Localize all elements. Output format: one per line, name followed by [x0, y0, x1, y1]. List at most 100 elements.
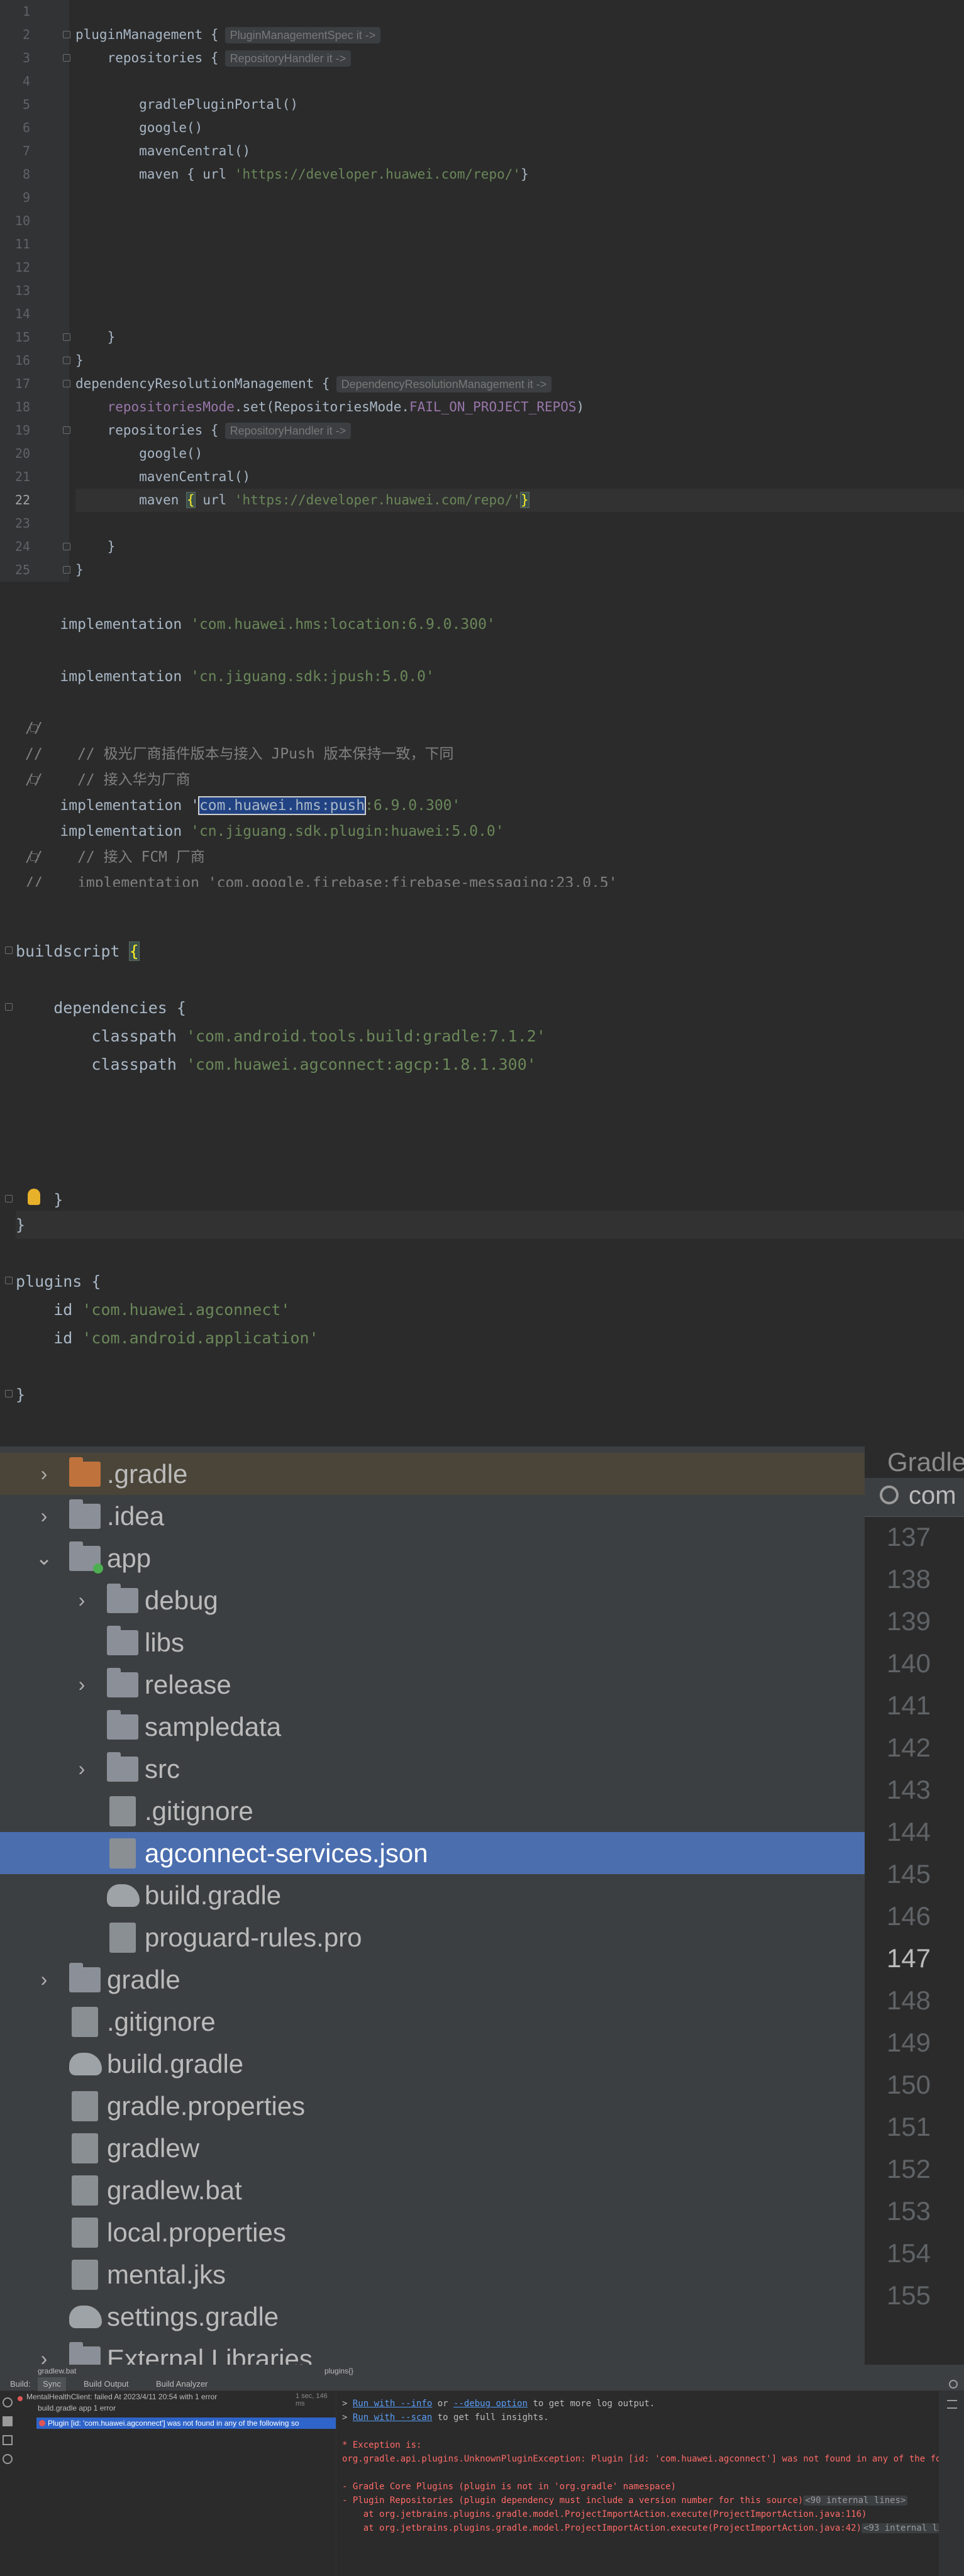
code-line[interactable]: buildscript { [16, 937, 964, 965]
code-line[interactable]: repositoriesMode.set(RepositoriesMode.FA… [75, 396, 964, 419]
chevron-right-icon[interactable]: › [69, 1748, 94, 1790]
internal-lines-chip[interactable]: <90 internal lines> [803, 2496, 908, 2506]
fold-icon[interactable] [30, 776, 38, 784]
fold-icon[interactable] [63, 333, 70, 341]
code-line[interactable]: dependencyResolutionManagement {Dependen… [75, 372, 964, 396]
comment-line[interactable]: // // 接入 FCM 厂商 [25, 844, 964, 870]
fold-icon[interactable] [5, 947, 13, 954]
tree-item[interactable]: sampledata [0, 1706, 865, 1748]
tree-item[interactable]: › External Libraries [0, 2338, 865, 2365]
fold-icon[interactable] [63, 31, 70, 38]
fold-icon[interactable] [63, 380, 70, 387]
tree-item[interactable]: agconnect-services.json [0, 1832, 865, 1874]
project-tree[interactable]: › .gradle › .idea ⌄ app › debug libs › release samp… [0, 1446, 865, 2365]
code-line[interactable]: classpath 'com.huawei.agconnect:agcp:1.8… [16, 1050, 964, 1079]
fold-icon[interactable] [63, 357, 70, 364]
tree-item[interactable]: .gitignore [0, 1790, 865, 1832]
code-line[interactable]: } [16, 1380, 964, 1409]
build-root-item[interactable]: MentalHealthClient: failed At 2023/4/11 … [26, 2392, 291, 2401]
run-info-link[interactable]: Run with --info [353, 2399, 432, 2409]
run-scan-link[interactable]: Run with --scan [353, 2412, 432, 2423]
comment-line[interactable]: // // 极光厂商插件版本与接入 JPush 版本保持一致，下同 [25, 741, 964, 767]
tree-item[interactable]: proguard-rules.pro [0, 1916, 865, 1958]
filter-icon[interactable] [3, 2454, 13, 2464]
selected-text[interactable]: com.huawei.hms:push [197, 796, 367, 815]
fold-icon[interactable] [5, 1277, 13, 1284]
rerun-icon[interactable] [3, 2397, 13, 2407]
chevron-right-icon[interactable]: › [31, 2338, 57, 2365]
pin-icon[interactable] [3, 2435, 13, 2445]
fold-icon[interactable] [63, 566, 70, 574]
settings-gear-icon[interactable] [949, 2380, 958, 2389]
build-file-item[interactable]: build.gradle app 1 error [38, 2404, 116, 2412]
tree-item[interactable]: .gitignore [0, 2001, 865, 2043]
fold-icon[interactable] [5, 1003, 13, 1011]
editor-buildscript[interactable]: buildscript { dependencies { classpath '… [0, 887, 964, 1239]
code-line[interactable]: id 'com.huawei.agconnect' [16, 1296, 964, 1324]
fold-icon[interactable] [30, 724, 38, 732]
code-line[interactable]: repositories {RepositoryHandler it -> [75, 419, 964, 442]
tree-item[interactable]: mental.jks [0, 2253, 865, 2296]
search-field[interactable]: com [865, 1478, 964, 1517]
comment-line[interactable]: // implementation 'com.google.firebase:f… [25, 870, 964, 887]
code-line[interactable]: google() [75, 116, 964, 140]
tree-item[interactable]: › gradle [0, 1958, 865, 2001]
editor-settings-gradle[interactable]: 1 2 3 4 5 6 7 8 9 10 11 12 13 14 15 16 17 18 19 20 21 22 23 24 2… [0, 0, 964, 582]
breadcrumb-file[interactable]: gradlew.bat [38, 2365, 76, 2377]
comment-line[interactable]: // [25, 715, 964, 741]
code-line[interactable]: dependencies { [16, 994, 964, 1022]
tree-item[interactable]: libs [0, 1621, 865, 1663]
stop-icon[interactable] [3, 2416, 13, 2426]
code-line[interactable]: implementation 'cn.jiguang.sdk:jpush:5.0… [25, 663, 964, 690]
fold-icon[interactable] [63, 54, 70, 62]
code-line[interactable]: mavenCentral() [75, 465, 964, 489]
code-line[interactable]: implementation 'com.huawei.hms:push:6.9.… [25, 792, 964, 819]
code-line[interactable]: google() [75, 442, 964, 465]
editor-plugins[interactable]: plugins { id 'com.huawei.agconnect' id '… [0, 1239, 964, 1446]
tree-item[interactable]: › debug [0, 1579, 865, 1621]
chevron-right-icon[interactable]: › [31, 1495, 57, 1537]
fold-icon[interactable] [30, 853, 38, 861]
chevron-right-icon[interactable]: › [31, 1453, 57, 1495]
code-line[interactable]: maven { url 'https://developer.huawei.co… [75, 163, 964, 186]
search-text[interactable]: com [909, 1482, 956, 1510]
build-tree[interactable]: MentalHealthClient: failed At 2023/4/11 … [0, 2391, 336, 2576]
caret-line[interactable]: } [16, 1211, 964, 1239]
editor-app-dependencies[interactable]: implementation 'com.huawei.hms:location:… [0, 604, 964, 887]
tree-item[interactable]: › .gradle [0, 1453, 865, 1495]
code-line[interactable]: implementation 'cn.jiguang.sdk.plugin:hu… [25, 818, 964, 845]
code-line[interactable]: plugins { [16, 1267, 964, 1296]
fold-icon[interactable] [63, 426, 70, 434]
fold-icon[interactable] [63, 543, 70, 550]
gradle-side-panel[interactable]: Gradle com 137 138 139 140 141 142 143 144 145 14… [865, 1446, 964, 2365]
build-tool-window[interactable]: gradlew.bat plugins{} Build: Sync Build Ou… [0, 2365, 964, 2576]
code-line[interactable]: mavenCentral() [75, 140, 964, 163]
code-line[interactable]: classpath 'com.android.tools.build:gradl… [16, 1022, 964, 1050]
code-line[interactable]: } [16, 1185, 964, 1214]
tree-item[interactable]: build.gradle [0, 2043, 865, 2085]
code-line[interactable]: repositories {RepositoryHandler it -> [75, 47, 964, 70]
soft-wrap-icon[interactable] [947, 2400, 957, 2409]
tree-item[interactable]: gradle.properties [0, 2085, 865, 2127]
breadcrumb-context[interactable]: plugins{} [324, 2365, 353, 2377]
build-error-item[interactable]: Plugin [id: 'com.huawei.agconnect'] was … [36, 2418, 336, 2429]
code-line[interactable]: implementation 'com.huawei.hms:location:… [25, 611, 964, 638]
fold-icon[interactable] [5, 1195, 13, 1202]
caret-line[interactable]: maven { url 'https://developer.huawei.co… [75, 489, 964, 512]
fold-icon[interactable] [5, 1390, 13, 1397]
code-line[interactable]: } [75, 558, 964, 582]
tree-item[interactable]: › release [0, 1663, 865, 1706]
tree-item[interactable]: › .idea [0, 1495, 865, 1537]
tree-item[interactable]: ⌄ app [0, 1537, 865, 1579]
build-tab[interactable]: Build Analyzer [151, 2377, 213, 2391]
code-line[interactable]: pluginManagement {PluginManagementSpec i… [75, 23, 964, 47]
tree-item[interactable]: gradlew [0, 2127, 865, 2169]
code-line[interactable]: } [75, 326, 964, 349]
comment-line[interactable]: // // 接入华为厂商 [25, 767, 964, 793]
tree-item[interactable]: settings.gradle [0, 2296, 865, 2338]
debug-option-link[interactable]: --debug option [453, 2399, 528, 2409]
code-line[interactable]: } [75, 535, 964, 558]
chevron-right-icon[interactable]: › [69, 1663, 94, 1706]
chevron-right-icon[interactable]: › [31, 1958, 57, 2001]
build-output[interactable]: > Run with --info or --debug option to g… [337, 2391, 962, 2576]
